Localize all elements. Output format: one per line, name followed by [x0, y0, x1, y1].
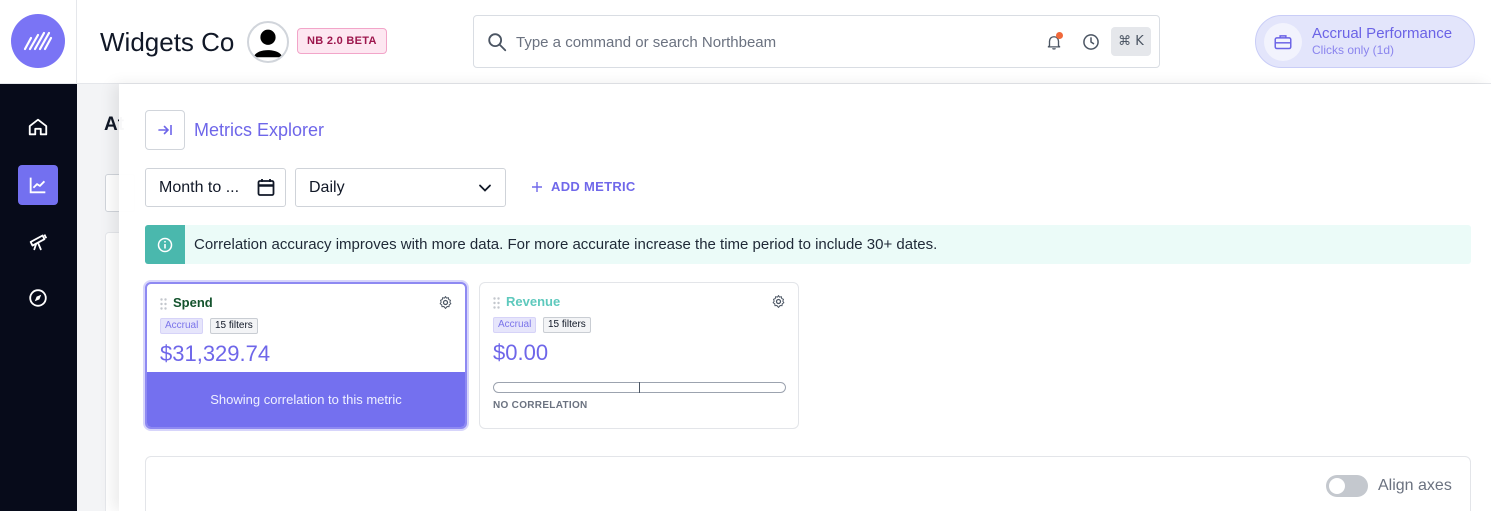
logo-stripes-icon: [23, 31, 53, 51]
info-icon-wrap: [145, 225, 185, 264]
user-avatar[interactable]: [247, 21, 289, 63]
date-range-picker[interactable]: Month to ...: [145, 168, 286, 207]
drag-handle-icon[interactable]: [160, 298, 167, 310]
info-icon: [157, 237, 173, 252]
accounting-mode-title: Accrual Performance: [1312, 25, 1453, 42]
gear-icon[interactable]: [771, 294, 786, 309]
beta-badge: NB 2.0 BETA: [297, 28, 387, 54]
align-axes-label: Align axes: [1378, 477, 1452, 494]
date-range-value: Month to ...: [159, 179, 240, 196]
toggle-knob: [1329, 478, 1345, 494]
top-header: Widgets Co NB 2.0 BETA ⌘ K Accrual Perfo…: [77, 0, 1491, 84]
granularity-select[interactable]: Daily: [295, 168, 506, 207]
search-icon: [488, 33, 507, 52]
nav-explore[interactable]: [18, 278, 58, 318]
nav-analytics[interactable]: [18, 165, 58, 205]
accounting-tag: Accrual: [160, 318, 204, 334]
search-input[interactable]: [516, 30, 1036, 54]
metric-value: $31,329.74: [160, 341, 271, 366]
gear-icon[interactable]: [438, 295, 453, 310]
telescope-icon: [29, 234, 48, 251]
history-clock-icon[interactable]: [1081, 32, 1101, 52]
compass-icon: [29, 289, 47, 307]
logo-area: [0, 0, 77, 84]
correlation-info-banner: Correlation accuracy improves with more …: [145, 225, 1471, 264]
briefcase-icon: [1274, 35, 1292, 50]
calendar-icon: [257, 179, 275, 196]
nav-home[interactable]: [18, 107, 58, 147]
align-axes-toggle[interactable]: [1326, 475, 1368, 497]
notification-dot: [1056, 32, 1063, 39]
correlation-label: NO CORRELATION: [493, 400, 588, 411]
northbeam-logo[interactable]: [11, 14, 65, 68]
panel-title: Metrics Explorer: [194, 120, 325, 140]
chart-card: Align axes: [145, 456, 1471, 511]
granularity-value: Daily: [309, 179, 345, 196]
metric-name: Spend: [173, 295, 213, 310]
metric-card-revenue[interactable]: Revenue Accrual 15 filters $0.00 NO CORR…: [479, 282, 799, 429]
metric-value: $0.00: [493, 340, 549, 365]
metrics-explorer-panel: Metrics Explorer Month to ... Daily ADD …: [119, 84, 1491, 511]
company-name[interactable]: Widgets Co: [100, 27, 234, 58]
accounting-mode-selector[interactable]: Accrual Performance Clicks only (1d): [1255, 15, 1475, 68]
correlation-bar: [493, 382, 786, 393]
add-metric-button[interactable]: ADD METRIC: [531, 179, 636, 194]
user-avatar-icon: [253, 29, 283, 58]
filters-tag[interactable]: 15 filters: [543, 317, 591, 333]
accounting-mode-subtitle: Clicks only (1d): [1312, 43, 1395, 57]
correlation-base-footer: Showing correlation to this metric: [147, 372, 465, 427]
plus-icon: [532, 181, 542, 192]
filters-tag[interactable]: 15 filters: [210, 318, 258, 334]
home-icon: [28, 118, 48, 136]
collapse-panel-button[interactable]: [145, 110, 185, 150]
correlation-bar-midpoint: [639, 382, 640, 393]
add-metric-label: ADD METRIC: [551, 179, 636, 194]
metric-card-spend[interactable]: Spend Accrual 15 filters $31,329.74 Show…: [145, 282, 467, 429]
nav-telescope[interactable]: [18, 221, 58, 261]
line-chart-icon: [29, 177, 46, 194]
left-nav-rail: [0, 0, 77, 511]
metric-name: Revenue: [506, 294, 561, 309]
accounting-icon-wrap: [1264, 23, 1302, 61]
collapse-arrow-icon: [158, 125, 172, 135]
accounting-tag: Accrual: [493, 317, 537, 333]
command-search[interactable]: ⌘ K: [473, 15, 1160, 68]
chevron-down-icon: [479, 184, 491, 192]
drag-handle-icon[interactable]: [493, 297, 500, 309]
info-message: Correlation accuracy improves with more …: [194, 236, 938, 253]
keyboard-shortcut-badge: ⌘ K: [1111, 27, 1151, 56]
